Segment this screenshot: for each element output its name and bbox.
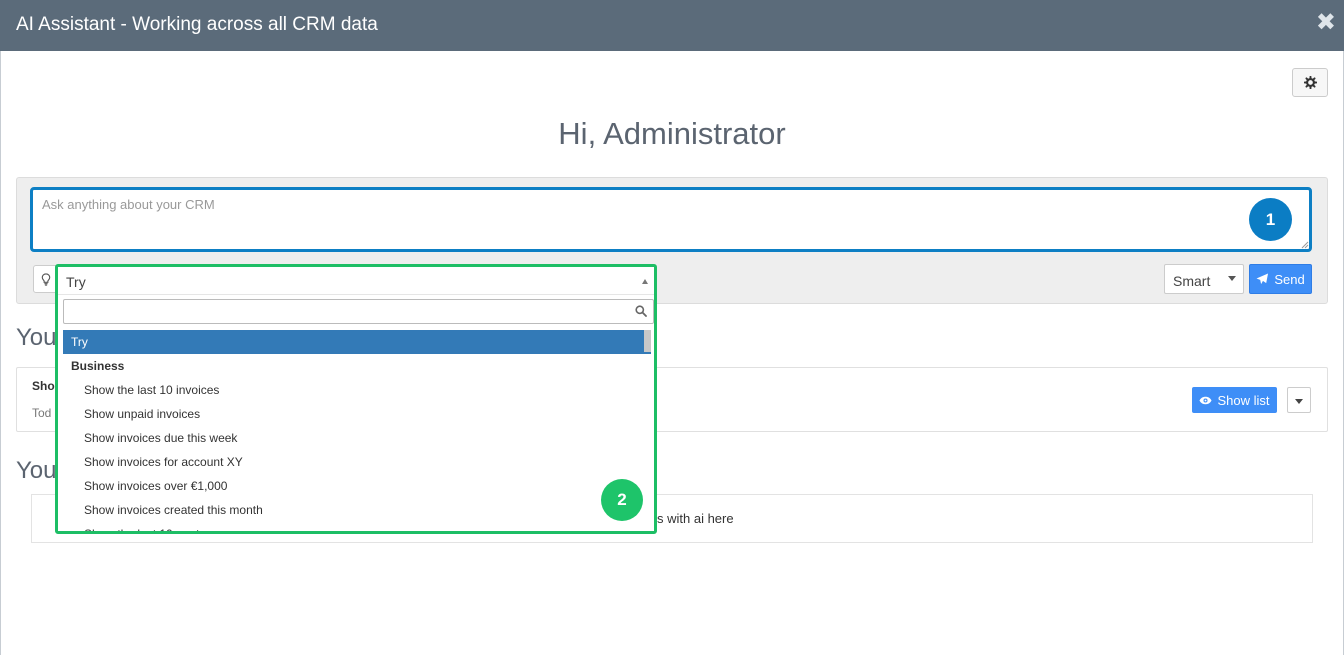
dropdown-option[interactable]: Show invoices for account XY <box>63 450 651 474</box>
chevron-up-icon <box>642 279 648 284</box>
chevron-down-icon <box>1228 276 1236 281</box>
paper-plane-icon <box>1256 273 1269 285</box>
mode-select[interactable]: Smart <box>1164 264 1244 294</box>
show-list-button[interactable]: Show list <box>1192 387 1277 413</box>
send-button-label: Send <box>1274 271 1305 287</box>
list-item-title: Sho <box>32 379 55 393</box>
send-button[interactable]: Send <box>1249 264 1312 294</box>
chat-empty-hint: s with ai here <box>657 511 734 526</box>
caret-down-icon <box>1295 399 1303 404</box>
dropdown-option[interactable]: Show the last 10 invoices <box>63 378 651 402</box>
dropdown-option[interactable]: Show the last 10 quotes <box>63 522 651 531</box>
greeting-heading: Hi, Administrator <box>558 116 786 151</box>
dropdown-option[interactable]: Show invoices created this month <box>63 498 651 522</box>
dropdown-selected-value: Try <box>66 274 86 290</box>
step-badge-1: 1 <box>1249 198 1292 241</box>
lightbulb-icon <box>41 272 50 286</box>
eye-icon <box>1199 396 1213 404</box>
window-titlebar: AI Assistant - Working across all CRM da… <box>0 0 1344 51</box>
dropdown-header[interactable]: Try <box>58 267 654 295</box>
dropdown-option[interactable]: Show unpaid invoices <box>63 402 651 426</box>
dropdown-scrollbar[interactable] <box>644 330 651 352</box>
window-title: AI Assistant - Working across all CRM da… <box>16 14 378 35</box>
try-prompts-dropdown[interactable]: Try Try Business Show the last 10 invoices… <box>55 264 657 534</box>
list-item-subtitle: Tod <box>32 406 52 420</box>
section-heading-chats: You <box>16 457 57 484</box>
mode-select-value: Smart <box>1173 273 1211 289</box>
dropdown-option[interactable]: Try <box>63 330 651 354</box>
close-icon[interactable]: ✖ <box>1316 11 1336 35</box>
dropdown-search-input[interactable] <box>63 299 654 324</box>
resize-grip-icon[interactable] <box>1301 241 1309 249</box>
ask-input[interactable] <box>30 187 1312 252</box>
search-icon <box>635 305 647 317</box>
list-options-button[interactable] <box>1287 387 1311 413</box>
step-badge-2: 2 <box>601 479 643 521</box>
dropdown-option[interactable]: Show invoices due this week <box>63 426 651 450</box>
dropdown-options-list[interactable]: Try Business Show the last 10 invoices Show… <box>63 330 651 531</box>
show-list-label: Show list <box>1217 392 1270 408</box>
settings-button[interactable] <box>1292 68 1328 97</box>
section-heading-lists: You <box>16 324 57 351</box>
gear-icon <box>1303 76 1317 89</box>
dropdown-group-label: Business <box>71 359 125 373</box>
dropdown-option[interactable]: Show invoices over €1,000 <box>63 474 651 498</box>
